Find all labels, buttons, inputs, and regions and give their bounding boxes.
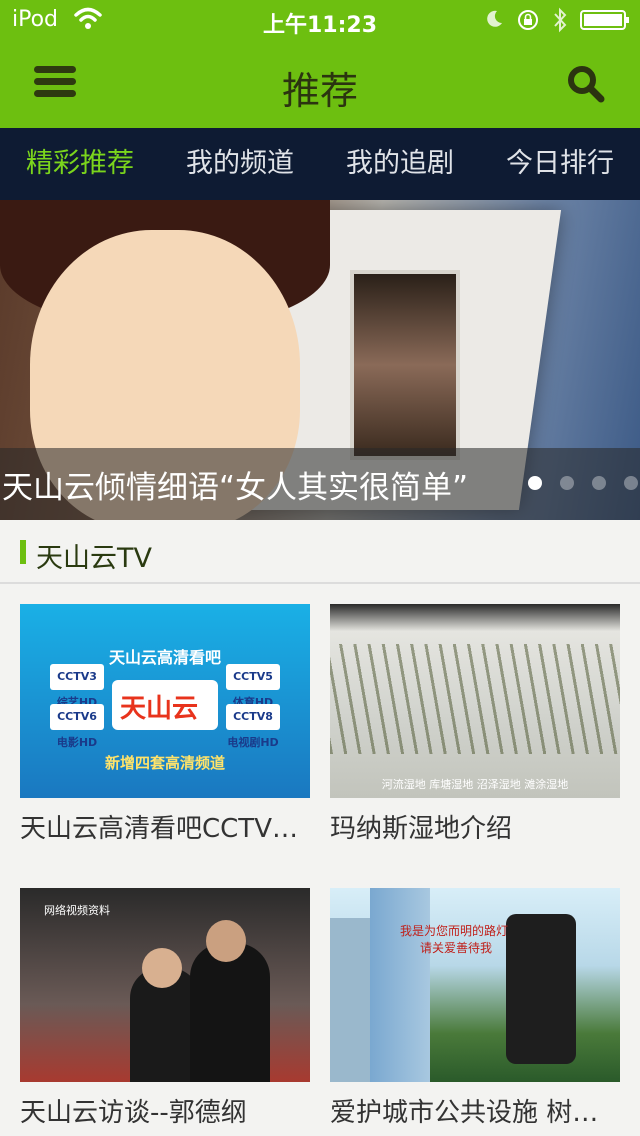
wetland-grass [330,644,620,754]
tab-my-channels[interactable]: 我的频道 [160,128,320,200]
video-title: 天山云高清看吧CCTV高清频道 [20,814,310,844]
video-card[interactable]: 河流湿地 库塘湿地 沼泽湿地 滩涂湿地 玛纳斯湿地介绍 [330,604,620,845]
banner-page-indicator [528,476,638,490]
banner-caption: 天山云倾情细语“女人其实很简单” [2,470,469,506]
building [330,918,370,1082]
thumb-text: 我是为您而明的路灯 请关爱善待我 [400,922,508,956]
channel-badge: CCTV6 电影HD [50,704,104,749]
featured-banner[interactable]: 天山云倾情细语“女人其实很简单” [0,200,640,520]
video-thumbnail: 网络视频资料 [20,888,310,1082]
video-card[interactable]: 网络视频资料 天山云访谈--郭德纲 [20,888,310,1129]
thumb-text-line: 我是为您而明的路灯 [400,924,509,938]
channel-badge: CCTV3 综艺HD [50,664,104,709]
video-title: 玛纳斯湿地介绍 [330,814,513,844]
page-dot[interactable] [560,476,574,490]
performer-head [206,920,246,962]
video-thumbnail: 天山云高清看吧 CCTV3 综艺HD CCTV5 体育HD CCTV6 电影HD… [20,604,310,798]
section-header: 天山云TV [0,520,640,584]
thumb-text-line: 请关爱善待我 [420,941,493,955]
video-thumbnail: 我是为您而明的路灯 请关爱善待我 [330,888,620,1082]
thumb-label: 网络视频资料 [44,904,110,917]
banner-portrait-photo [350,270,460,460]
tab-today-ranking[interactable]: 今日排行 [480,128,640,200]
bluetooth-icon [554,7,567,33]
battery-icon [580,10,629,30]
page-dot[interactable] [624,476,638,490]
page-dot[interactable] [528,476,542,490]
video-card[interactable]: 我是为您而明的路灯 请关爱善待我 爱护城市公共设施 树立文明城市形象 [330,888,620,1129]
video-title: 爱护城市公共设施 树立文明城市形象 [330,1098,620,1128]
tab-my-series[interactable]: 我的追剧 [320,128,480,200]
orientation-lock-icon [518,10,538,30]
thumb-footer: 新增四套高清频道 [104,754,225,772]
video-card[interactable]: 天山云高清看吧 CCTV3 综艺HD CCTV5 体育HD CCTV6 电影HD… [20,604,310,845]
channel-badge: CCTV5 体育HD [226,664,280,709]
status-time: 上午11:23 [262,13,378,38]
performer-head [142,948,182,988]
page-title: 推荐 [281,69,358,113]
building [370,888,430,1082]
channel-badge: CCTV8 电视剧HD [226,704,280,749]
section-accent-bar [20,540,26,564]
tab-featured[interactable]: 精彩推荐 [0,128,160,200]
video-thumbnail: 河流湿地 库塘湿地 沼泽湿地 滩涂湿地 [330,604,620,798]
video-title: 天山云访谈--郭德纲 [20,1098,247,1128]
sculpture [506,914,576,1064]
search-icon[interactable] [566,64,606,104]
nav-header: 推荐 [0,40,640,128]
section-title: 天山云TV [36,543,152,574]
status-bar: iPod 上午11:23 [0,0,640,40]
brand-logo-text: 天山云 [120,694,199,724]
thumb-subtitle: 河流湿地 库塘湿地 沼泽湿地 滩涂湿地 [381,778,569,791]
page-dot[interactable] [592,476,606,490]
performer-figure [190,943,270,1082]
category-tabs: 精彩推荐 我的频道 我的追剧 今日排行 [0,128,640,200]
moon-icon [487,10,502,27]
